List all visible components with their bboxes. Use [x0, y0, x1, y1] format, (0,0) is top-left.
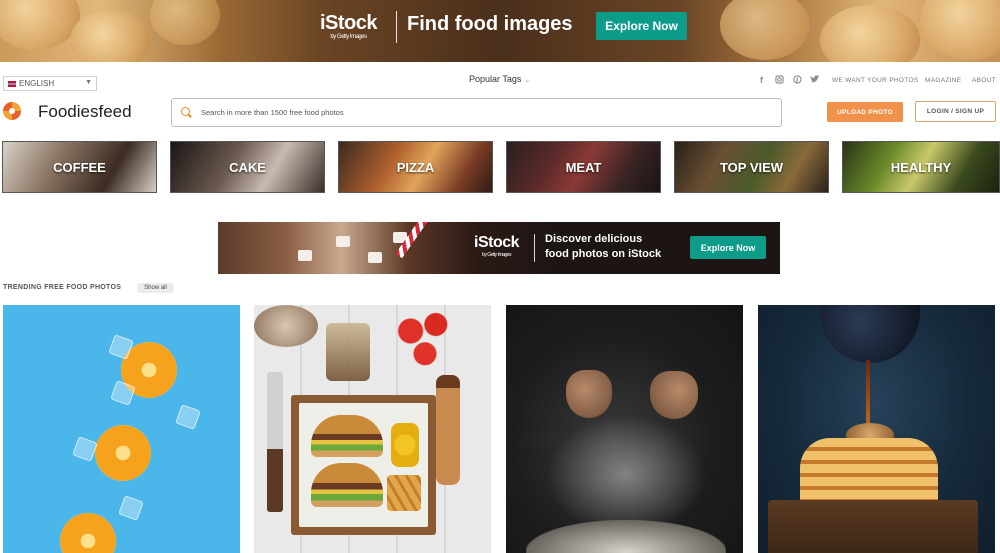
magazine-link[interactable]: MAGAZINE: [925, 77, 961, 84]
trending-photo-flour[interactable]: [506, 305, 743, 553]
burger-image: [311, 415, 383, 457]
banner-headline: Find food images: [407, 13, 573, 35]
hand-image: [566, 370, 612, 418]
instagram-icon[interactable]: [775, 75, 784, 86]
category-label: COFFEE: [53, 159, 106, 175]
ice-cube-image: [118, 495, 144, 521]
syrup-stream-image: [866, 360, 870, 430]
about-link[interactable]: ABOUT: [972, 77, 996, 84]
upload-photo-button[interactable]: UPLOAD PHOTO: [827, 102, 903, 122]
drink-glass-image: [326, 323, 370, 381]
banner-divider: [534, 234, 535, 262]
pepper-mill-image: [436, 375, 460, 485]
twitter-icon[interactable]: [810, 75, 820, 86]
mid-ad-line2: food photos on iStock: [545, 248, 662, 260]
orange-slice-image: [95, 425, 151, 481]
facebook-icon[interactable]: f: [760, 75, 763, 85]
wooden-board-image: [768, 500, 978, 553]
category-healthy[interactable]: HEALTHY: [842, 141, 1000, 193]
category-top-view[interactable]: TOP VIEW: [674, 141, 829, 193]
category-meat[interactable]: MEAT: [506, 141, 661, 193]
category-pizza[interactable]: PIZZA: [338, 141, 493, 193]
wooden-board-image: [291, 395, 436, 535]
language-value: ENGLISH: [19, 79, 55, 88]
explore-now-button[interactable]: Explore Now: [690, 236, 766, 259]
popular-tags-dropdown[interactable]: Popular Tags ⌄: [469, 74, 530, 84]
login-signup-button[interactable]: LOGIN / SIGN UP: [915, 101, 996, 122]
marshmallow-image: [298, 250, 312, 261]
banner-divider: [396, 11, 397, 43]
banner-pastry-image: [720, 0, 810, 60]
banner-pastry-image: [150, 0, 220, 45]
hand-image: [650, 371, 698, 419]
category-label: HEALTHY: [890, 159, 952, 175]
flour-pile-image: [526, 520, 726, 553]
explore-now-button[interactable]: Explore Now: [596, 12, 687, 40]
category-coffee[interactable]: COFFEE: [2, 141, 157, 193]
search-bar[interactable]: [171, 98, 782, 127]
trending-section-title: TRENDING FREE FOOD PHOTOS: [3, 284, 122, 291]
site-logo-text[interactable]: Foodiesfeed: [38, 102, 132, 122]
popular-tags-label: Popular Tags: [469, 74, 522, 84]
marshmallow-image: [368, 252, 382, 263]
ice-cube-image: [175, 404, 201, 430]
category-label: PIZZA: [396, 159, 435, 175]
category-cake[interactable]: CAKE: [170, 141, 325, 193]
istock-logo: iStock by Getty Images: [474, 234, 520, 259]
uk-flag-icon: [8, 80, 16, 87]
we-want-your-photos-link[interactable]: WE WANT YOUR PHOTOS: [832, 77, 918, 84]
burger-image: [311, 463, 383, 507]
mid-ad-line1: Discover delicious: [545, 233, 643, 245]
category-label: CAKE: [229, 159, 266, 175]
ice-cube-image: [72, 436, 98, 462]
banner-pastry-image: [70, 10, 150, 62]
language-select[interactable]: ENGLISH ▼: [3, 76, 97, 91]
show-all-button[interactable]: Show all: [137, 283, 174, 293]
category-label: TOP VIEW: [719, 159, 784, 175]
orange-slice-image: [60, 513, 116, 553]
search-input[interactable]: [201, 108, 741, 117]
istock-logo: iStock by Getty Images: [320, 12, 378, 40]
banner-pastry-image: [820, 5, 920, 62]
banner-pastry-image: [920, 0, 1000, 60]
foodiesfeed-logo-icon[interactable]: [3, 102, 21, 120]
garlic-bowl-image: [254, 305, 318, 347]
syrup-jug-image: [820, 305, 920, 363]
tomatoes-image: [389, 305, 461, 370]
flour-dust-image: [546, 415, 706, 535]
category-label: MEAT: [565, 159, 602, 175]
trending-photo-oranges[interactable]: [3, 305, 240, 553]
top-banner-ad[interactable]: iStock by Getty Images Find food images …: [0, 0, 1000, 62]
trending-photo-burger[interactable]: [254, 305, 491, 553]
banner-pastry-image: [0, 0, 80, 50]
corn-image: [391, 423, 419, 467]
knife-image: [267, 372, 283, 512]
chevron-down-icon: ▼: [85, 79, 92, 86]
trending-photo-pancakes[interactable]: [758, 305, 995, 553]
chevron-down-icon: ⌄: [524, 77, 531, 84]
search-icon: [181, 106, 193, 119]
potato-wedges-image: [387, 475, 421, 511]
marshmallow-image: [336, 236, 350, 247]
pinterest-icon[interactable]: [793, 75, 802, 86]
